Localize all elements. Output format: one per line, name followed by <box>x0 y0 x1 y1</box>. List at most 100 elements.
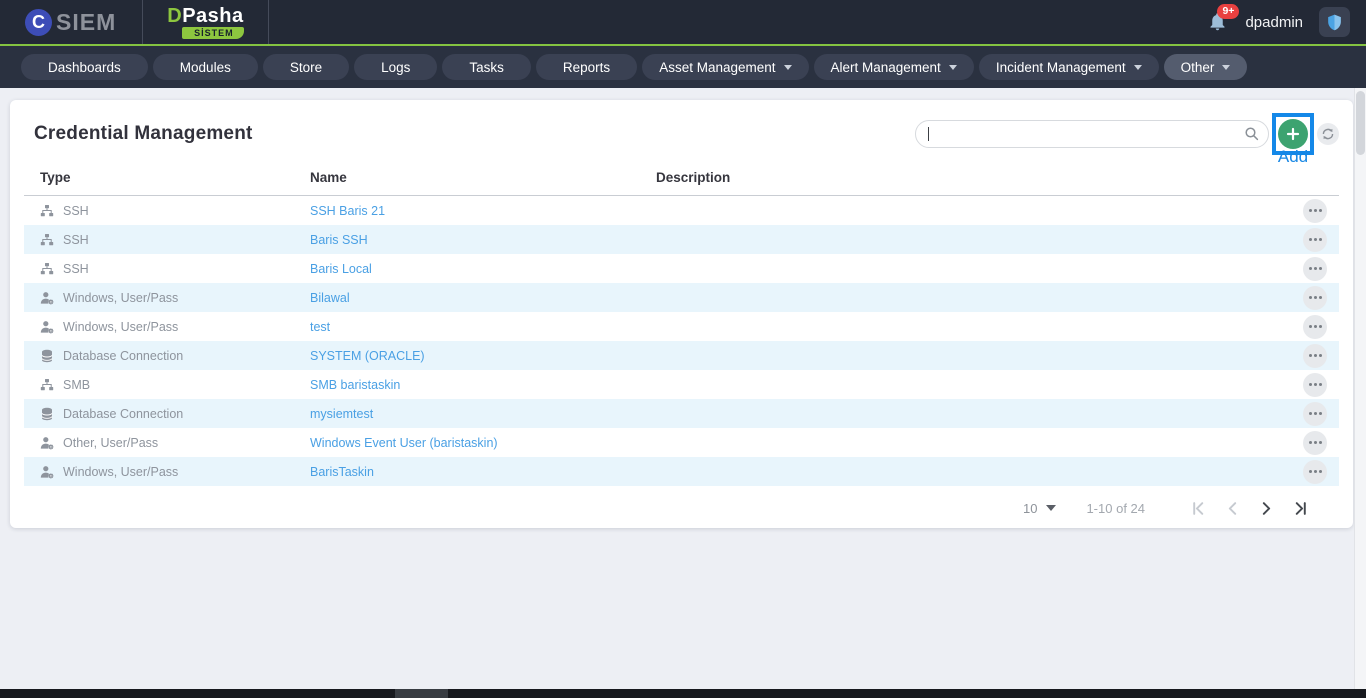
table-row: SSH Baris SSH <box>24 225 1339 254</box>
table-row: Windows, User/Pass Bilawal <box>24 283 1339 312</box>
table-row: SSH SSH Baris 21 <box>24 196 1339 225</box>
last-page-button[interactable] <box>1283 496 1317 520</box>
last-page-icon <box>1293 501 1308 516</box>
chevron-down-icon <box>1046 505 1056 511</box>
sitemap-icon <box>40 204 54 218</box>
refresh-button[interactable] <box>1317 123 1339 145</box>
credential-name-link[interactable]: Windows Event User (baristaskin) <box>310 436 498 450</box>
nav-item-other[interactable]: Other <box>1164 54 1248 80</box>
add-credential-button[interactable] <box>1278 119 1308 149</box>
row-actions-button[interactable] <box>1303 315 1327 339</box>
dpasha-logo-text: DPasha <box>167 6 243 26</box>
credential-name-link[interactable]: mysiemtest <box>310 407 373 421</box>
credential-type: Database Connection <box>63 349 183 363</box>
nav-item-asset-management[interactable]: Asset Management <box>642 54 808 80</box>
chevron-right-icon <box>1259 501 1274 516</box>
database-icon <box>40 349 54 363</box>
credential-name-link[interactable]: BarisTaskin <box>310 465 374 479</box>
chevron-down-icon <box>1222 65 1230 70</box>
notifications-button[interactable]: 9+ <box>1207 11 1229 33</box>
pagination: 10 1-10 of 24 <box>24 486 1339 530</box>
text-caret <box>928 127 929 141</box>
credential-type: Windows, User/Pass <box>63 320 178 334</box>
credential-name-link[interactable]: Baris SSH <box>310 233 368 247</box>
search-icon <box>1244 126 1260 142</box>
credential-type: SMB <box>63 378 90 392</box>
nav-item-dashboards[interactable]: Dashboards <box>21 54 148 80</box>
nav-item-alert-management[interactable]: Alert Management <box>814 54 974 80</box>
sitemap-icon <box>40 233 54 247</box>
first-page-icon <box>1191 501 1206 516</box>
page-size-value: 10 <box>1023 501 1037 516</box>
row-actions-button[interactable] <box>1303 402 1327 426</box>
user-gear-icon <box>40 320 54 334</box>
page-size-select[interactable]: 10 <box>1023 501 1056 516</box>
horizontal-scrollbar-thumb[interactable] <box>395 689 448 698</box>
credential-type: Windows, User/Pass <box>63 291 178 305</box>
row-actions-button[interactable] <box>1303 199 1327 223</box>
credential-type: SSH <box>63 204 89 218</box>
credential-name-link[interactable]: Bilawal <box>310 291 350 305</box>
nav-item-modules[interactable]: Modules <box>153 54 258 80</box>
credential-table: SSH SSH Baris 21 SSH Baris SSH SSH Baris… <box>24 196 1339 486</box>
sistem-badge: SİSTEM <box>182 27 244 39</box>
user-gear-icon <box>40 291 54 305</box>
credential-management-card: Credential Management Add <box>10 100 1353 528</box>
notification-count-badge: 9+ <box>1217 4 1239 19</box>
csiem-logo-mark: C <box>25 9 52 36</box>
table-row: SSH Baris Local <box>24 254 1339 283</box>
previous-page-button[interactable] <box>1215 496 1249 520</box>
credential-type: Other, User/Pass <box>63 436 158 450</box>
table-row: Database Connection mysiemtest <box>24 399 1339 428</box>
first-page-button[interactable] <box>1181 496 1215 520</box>
user-menu-button[interactable] <box>1319 7 1350 37</box>
row-actions-button[interactable] <box>1303 228 1327 252</box>
credential-name-link[interactable]: SSH Baris 21 <box>310 204 385 218</box>
credential-type: SSH <box>63 262 89 276</box>
search-box <box>915 120 1269 148</box>
table-row: Database Connection SYSTEM (ORACLE) <box>24 341 1339 370</box>
nav-item-reports[interactable]: Reports <box>536 54 637 80</box>
column-header-description: Description <box>656 170 1283 185</box>
nav-item-logs[interactable]: Logs <box>354 54 437 80</box>
table-row: Windows, User/Pass test <box>24 312 1339 341</box>
pagination-range-label: 1-10 of 24 <box>1086 501 1145 516</box>
column-header-name: Name <box>310 170 656 185</box>
row-actions-button[interactable] <box>1303 431 1327 455</box>
chevron-down-icon <box>784 65 792 70</box>
user-gear-icon <box>40 465 54 479</box>
nav-item-store[interactable]: Store <box>263 54 349 80</box>
credential-name-link[interactable]: Baris Local <box>310 262 372 276</box>
user-gear-icon <box>40 436 54 450</box>
credential-type: Windows, User/Pass <box>63 465 178 479</box>
csiem-logo: C SIEM <box>0 9 142 36</box>
table-row: Other, User/Pass Windows Event User (bar… <box>24 428 1339 457</box>
column-header-type: Type <box>24 170 310 185</box>
credential-type: SSH <box>63 233 89 247</box>
row-actions-button[interactable] <box>1303 460 1327 484</box>
nav-item-incident-management[interactable]: Incident Management <box>979 54 1159 80</box>
credential-type: Database Connection <box>63 407 183 421</box>
credential-name-link[interactable]: SYSTEM (ORACLE) <box>310 349 425 363</box>
row-actions-button[interactable] <box>1303 286 1327 310</box>
scrollbar-thumb[interactable] <box>1356 91 1365 155</box>
table-row: SMB SMB baristaskin <box>24 370 1339 399</box>
header-divider <box>268 0 269 44</box>
shield-icon <box>1325 13 1344 32</box>
add-button-highlight: Add <box>1272 113 1314 155</box>
search-input[interactable] <box>915 120 1269 148</box>
app-header: C SIEM DPasha SİSTEM 9+ dpadmin <box>0 0 1366 44</box>
row-actions-button[interactable] <box>1303 344 1327 368</box>
page-title: Credential Management <box>24 123 253 145</box>
credential-name-link[interactable]: test <box>310 320 330 334</box>
nav-item-tasks[interactable]: Tasks <box>442 54 531 80</box>
plus-icon <box>1285 126 1301 142</box>
credential-name-link[interactable]: SMB baristaskin <box>310 378 400 392</box>
chevron-down-icon <box>1134 65 1142 70</box>
database-icon <box>40 407 54 421</box>
row-actions-button[interactable] <box>1303 257 1327 281</box>
vertical-scrollbar[interactable] <box>1354 88 1366 689</box>
next-page-button[interactable] <box>1249 496 1283 520</box>
dpasha-logo: DPasha SİSTEM <box>143 6 267 39</box>
row-actions-button[interactable] <box>1303 373 1327 397</box>
